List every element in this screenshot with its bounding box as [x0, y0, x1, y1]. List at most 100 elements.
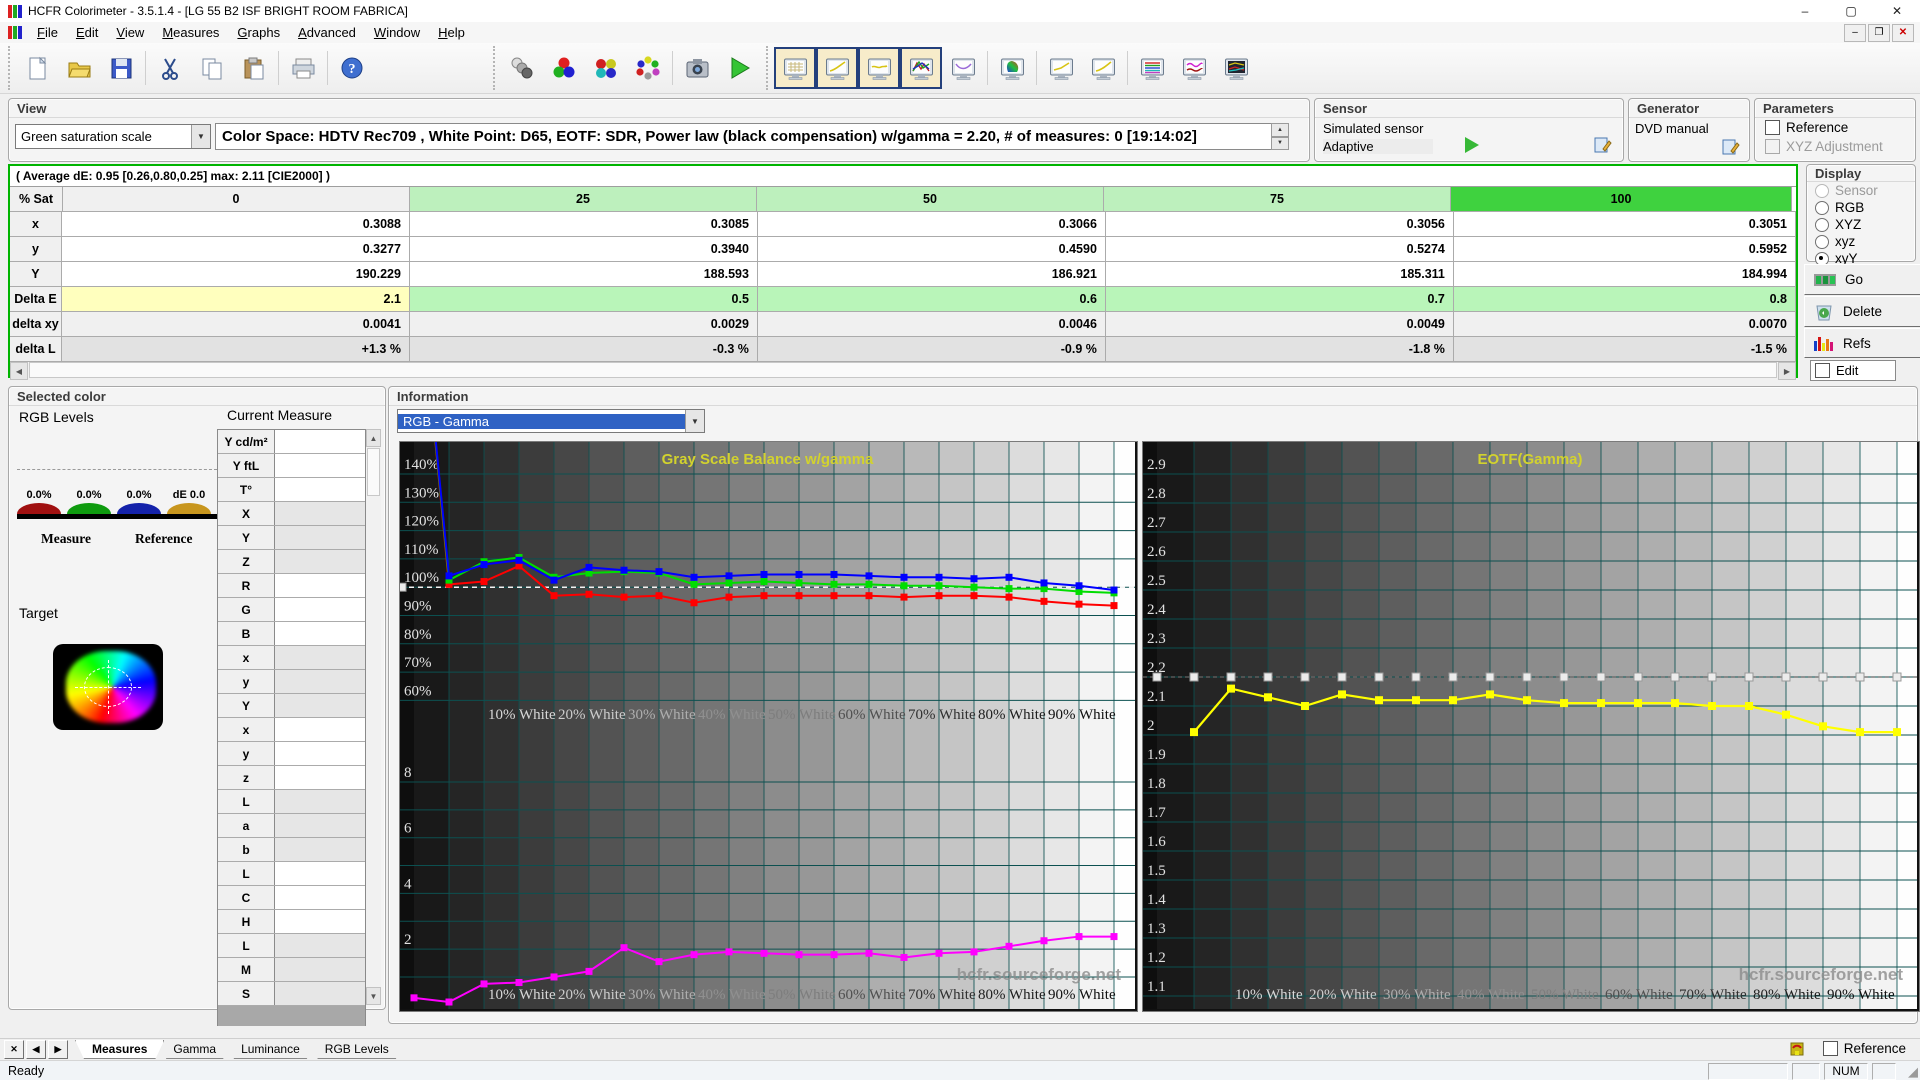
measure-row-value[interactable]: [275, 526, 365, 549]
menu-file[interactable]: File: [28, 23, 67, 42]
view-rgb-levels-icon[interactable]: [858, 47, 900, 89]
measure-row-value[interactable]: [275, 622, 365, 645]
refs-button[interactable]: Refs: [1804, 328, 1920, 358]
measure-row-value[interactable]: [275, 958, 365, 981]
table-cell[interactable]: 2.1: [61, 287, 410, 311]
measure-row-value[interactable]: [275, 502, 365, 525]
view-dark-curves-icon[interactable]: [1215, 47, 1257, 89]
measure-row-value[interactable]: [275, 550, 365, 573]
tab-scroll-right-icon[interactable]: ▶: [48, 1040, 68, 1059]
tab-gamma[interactable]: Gamma: [157, 1040, 232, 1059]
table-cell[interactable]: 0.0029: [409, 312, 758, 336]
run-measures-icon[interactable]: [718, 47, 760, 89]
table-cell[interactable]: -1.8 %: [1105, 337, 1454, 361]
measure-row-value[interactable]: [275, 910, 365, 933]
measure-row-value[interactable]: [275, 814, 365, 837]
column-header[interactable]: 100: [1451, 187, 1792, 211]
scroll-down-icon[interactable]: ▼: [366, 987, 381, 1005]
radio-xyz[interactable]: XYZ: [1807, 216, 1915, 233]
table-cell[interactable]: 0.4590: [757, 237, 1106, 261]
table-cell[interactable]: 0.3277: [61, 237, 410, 261]
vertical-scrollbar[interactable]: ▲ ▼: [366, 429, 381, 1005]
scroll-right-icon[interactable]: ▶: [1778, 362, 1796, 380]
graph-select[interactable]: RGB - Gamma ▼: [397, 409, 705, 433]
view-luminance-curve-icon[interactable]: [942, 47, 984, 89]
close-tab-icon[interactable]: ✕: [4, 1040, 24, 1059]
measure-row-value[interactable]: [275, 862, 365, 885]
radio-icon[interactable]: [1815, 217, 1829, 232]
checkbox-icon[interactable]: [1815, 363, 1830, 378]
measure-row-value[interactable]: [275, 646, 365, 669]
column-header[interactable]: 25: [410, 187, 757, 211]
snapshot-camera-icon[interactable]: [676, 47, 718, 89]
column-header[interactable]: 50: [757, 187, 1104, 211]
save-file-icon[interactable]: [100, 47, 142, 89]
cut-icon[interactable]: [149, 47, 191, 89]
table-cell[interactable]: 188.593: [409, 262, 758, 286]
measure-secondaries-icon[interactable]: [585, 47, 627, 89]
table-cell[interactable]: 0.0041: [61, 312, 410, 336]
view-rgb-balance-icon[interactable]: [900, 47, 942, 89]
go-button[interactable]: Go: [1804, 264, 1920, 295]
radio-icon[interactable]: [1815, 200, 1829, 215]
horizontal-scrollbar[interactable]: ◀ ▶: [10, 362, 1796, 380]
maximize-button[interactable]: ▢: [1828, 0, 1874, 22]
column-header[interactable]: 75: [1104, 187, 1451, 211]
info-spinner[interactable]: ▲ ▼: [1271, 123, 1289, 150]
tab-scroll-left-icon[interactable]: ◀: [26, 1040, 46, 1059]
table-cell[interactable]: -1.5 %: [1453, 337, 1796, 361]
table-cell[interactable]: 0.5952: [1453, 237, 1796, 261]
table-cell[interactable]: +1.3 %: [61, 337, 410, 361]
table-cell[interactable]: 0.3051: [1453, 212, 1796, 236]
print-icon[interactable]: [282, 47, 324, 89]
view-luminance-secondary-icon[interactable]: [1082, 47, 1124, 89]
measure-row-value[interactable]: [275, 790, 365, 813]
table-cell[interactable]: 0.3085: [409, 212, 758, 236]
radio-rgb[interactable]: RGB: [1807, 199, 1915, 216]
table-cell[interactable]: 0.3056: [1105, 212, 1454, 236]
chevron-down-icon[interactable]: ▼: [685, 410, 704, 432]
table-cell[interactable]: 0.0046: [757, 312, 1106, 336]
tab-measures[interactable]: Measures: [75, 1040, 164, 1059]
radio-xyz[interactable]: xyz: [1807, 233, 1915, 250]
menu-edit[interactable]: Edit: [67, 23, 107, 42]
table-cell[interactable]: 190.229: [61, 262, 410, 286]
mdi-close-button[interactable]: ✕: [1892, 23, 1914, 42]
reference-toggle[interactable]: Reference: [1822, 1041, 1906, 1056]
table-cell[interactable]: 0.3066: [757, 212, 1106, 236]
view-cie-diagram-icon[interactable]: [991, 47, 1033, 89]
measure-row-value[interactable]: [275, 670, 365, 693]
table-cell[interactable]: 0.8: [1453, 287, 1796, 311]
measure-gray-scale-icon[interactable]: [501, 47, 543, 89]
measure-row-value[interactable]: [275, 982, 365, 1005]
table-cell[interactable]: -0.3 %: [409, 337, 758, 361]
measure-row-value[interactable]: [275, 430, 365, 453]
sensor-properties-icon[interactable]: [1593, 135, 1613, 155]
minimize-button[interactable]: –: [1782, 0, 1828, 22]
scrollbar-thumb[interactable]: [367, 448, 380, 496]
table-cell[interactable]: 0.0049: [1105, 312, 1454, 336]
scroll-left-icon[interactable]: ◀: [10, 362, 28, 380]
edit-checkbox[interactable]: Edit: [1810, 360, 1896, 381]
checkbox-icon[interactable]: [1765, 120, 1780, 135]
checkbox-icon[interactable]: [1822, 1041, 1838, 1056]
menu-help[interactable]: Help: [429, 23, 474, 42]
spin-up-icon[interactable]: ▲: [1271, 123, 1289, 137]
measure-row-value[interactable]: [275, 598, 365, 621]
copy-icon[interactable]: [191, 47, 233, 89]
mdi-minimize-button[interactable]: –: [1844, 23, 1866, 42]
measure-row-value[interactable]: [275, 934, 365, 957]
menu-advanced[interactable]: Advanced: [289, 23, 365, 42]
measure-row-value[interactable]: [275, 766, 365, 789]
chevron-down-icon[interactable]: ▼: [191, 125, 210, 148]
measure-row-value[interactable]: [275, 886, 365, 909]
view-color-stripes-icon[interactable]: [1131, 47, 1173, 89]
menu-measures[interactable]: Measures: [153, 23, 228, 42]
table-cell[interactable]: 0.0070: [1453, 312, 1796, 336]
reference-checkbox[interactable]: Reference: [1765, 120, 1848, 135]
resize-grip-icon[interactable]: ◢: [1908, 1064, 1918, 1080]
measure-row-value[interactable]: [275, 574, 365, 597]
measure-row-value[interactable]: [275, 718, 365, 741]
measure-row-value[interactable]: [275, 694, 365, 717]
paste-icon[interactable]: [233, 47, 275, 89]
